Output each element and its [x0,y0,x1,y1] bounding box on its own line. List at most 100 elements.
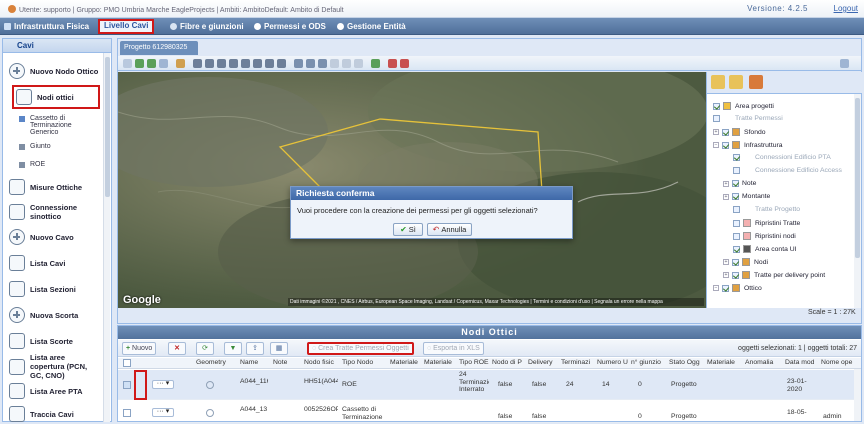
row-checkbox[interactable] [123,381,131,389]
expand-icon[interactable]: + [723,272,729,278]
left-panel-scrollbar[interactable] [103,53,110,422]
expand-icon[interactable]: − [713,285,719,291]
col-name[interactable]: Name [240,359,258,366]
col-anomalia[interactable]: Anomalia [745,359,781,366]
zoom-out-icon[interactable] [241,59,250,68]
col-numero-u[interactable]: Numero U [597,359,629,366]
lp-roe[interactable]: ROE [19,161,45,168]
lp-lista-aree-copertura[interactable]: Lista aree copertura (PCN, GC, CNO) [9,353,93,380]
menu-permessi-ods[interactable]: Permessi e ODS [254,20,326,33]
layer-checkbox[interactable] [732,180,739,187]
layer-checkbox[interactable] [732,193,739,200]
crea-tratte-permessi-button[interactable]: ◌ Crea Tratte Permessi Oggetti [307,342,414,355]
layer-checkbox[interactable] [732,258,739,266]
col-note[interactable]: Note [273,359,287,366]
logout-link[interactable]: Logout [834,4,858,13]
cancel-button[interactable]: ↶ Annulla [427,223,472,236]
zoom-box-icon[interactable] [253,59,262,68]
add-icon[interactable] [840,59,849,68]
expand-icon[interactable]: + [713,129,719,135]
split-icon[interactable] [318,59,327,68]
print-icon[interactable] [193,59,202,68]
pan-tool-icon[interactable] [135,59,144,68]
col-nodo-fisico[interactable]: Nodo fisic [304,359,340,366]
layer-checkbox[interactable] [713,115,720,122]
expand-icon[interactable]: + [723,259,729,265]
layer-ripristini-tratte[interactable]: Ripristini Tratte [733,219,800,227]
geometry-icon[interactable] [206,381,214,389]
lp-misure-ottiche[interactable]: Misure Ottiche [9,179,109,195]
layer-area-progetti[interactable]: Area progetti [713,102,774,110]
layer-connessione-access[interactable]: Connessione Edificio Access [733,167,842,174]
lp-giunto[interactable]: Giunto [19,143,51,150]
snap-icon[interactable] [306,59,315,68]
draw-tool-icon[interactable] [176,59,185,68]
row-actions-menu[interactable]: ··· ▾ [152,408,174,417]
col-materiale-1[interactable]: Materiale [390,359,422,366]
layer-checkbox[interactable] [733,154,740,161]
col-giunzioni[interactable]: n° giunzio [631,359,667,366]
zoom-extent-icon[interactable] [265,59,274,68]
edit-icon[interactable] [294,59,303,68]
lp-nuovo-cavo[interactable]: Nuovo Cavo [9,229,109,245]
col-tipo-nodo[interactable]: Tipo Nodo [342,359,373,366]
row-checkbox[interactable] [123,409,131,417]
col-materiale-3[interactable]: Materiale [707,359,743,366]
tools-tab-icon[interactable] [749,75,763,89]
expand-icon[interactable]: + [723,193,729,200]
columns-button[interactable]: ▦ [270,342,288,355]
layer-connessioni-pta[interactable]: Connessioni Edificio PTA [733,154,831,161]
layers-toggle-icon[interactable] [205,59,214,68]
col-terminazioni[interactable]: Terminazi [561,359,595,366]
scrollbar-thumb[interactable] [855,98,860,258]
layer-checkbox[interactable] [722,141,729,149]
layer-sfondo[interactable]: + Sfondo [713,128,766,136]
expand-icon[interactable]: + [723,180,729,187]
refresh-icon[interactable] [277,59,286,68]
esporta-xls-button[interactable]: ◌ Esporta in XLS [423,342,484,355]
layer-checkbox[interactable] [732,271,739,279]
save-icon[interactable] [371,59,380,68]
lp-nuovo-nodo-ottico[interactable]: Nuovo Nodo Ottico [9,63,109,79]
delete-icon[interactable] [388,59,397,68]
redo-icon[interactable] [354,59,363,68]
nuovo-button[interactable]: + Nuovo [122,342,157,355]
layer-infrastruttura[interactable]: − Infrastruttura [713,141,783,149]
table-row[interactable]: ··· ▾ A044_13 0052526OP1444 Cassetto di … [118,401,861,423]
lp-cassetto[interactable]: Cassetto di Terminazione Generico [19,115,99,136]
lp-nuova-scorta[interactable]: Nuova Scorta [9,307,109,323]
layer-checkbox[interactable] [733,232,740,240]
menu-infrastruttura-fisica[interactable]: Infrastruttura Fisica [4,20,89,33]
lp-nodi-ottici[interactable]: Nodi ottici [12,85,100,109]
merge-icon[interactable] [330,59,339,68]
layer-checkbox[interactable] [722,128,729,136]
delete-button[interactable]: ✕ [168,342,186,355]
layer-note[interactable]: + Note [723,180,756,187]
layer-tratte-permessi[interactable]: Tratte Permessi [713,115,783,122]
col-tipo-roe[interactable]: Tipo ROE [459,359,489,366]
select-tool-icon[interactable] [123,59,132,68]
layer-area-conta-ui[interactable]: Area conta UI [733,245,797,253]
filter-button[interactable]: ▼ [224,342,242,355]
map-attribution[interactable]: Dati immagini ©2021 , CNES / Airbus, Eur… [288,298,704,306]
col-nodo-p[interactable]: Nodo di P [492,359,526,366]
col-data-mod[interactable]: Data mod [785,359,819,366]
layer-nodi[interactable]: + Nodi [723,258,768,266]
menu-livello-cavi[interactable]: Livello Cavi [98,19,155,34]
layer-checkbox[interactable] [722,284,729,292]
layer-checkbox[interactable] [733,206,740,213]
export-button[interactable]: ⇪ [246,342,264,355]
layer-checkbox[interactable] [733,219,740,227]
col-materiale-2[interactable]: Materiale [424,359,456,366]
layers-scrollbar[interactable] [854,94,861,308]
table-row[interactable]: ··· ▾ A044_116 HH51(A044_116) ROE 24 Ter… [118,370,861,400]
lp-lista-scorte[interactable]: Lista Scorte [9,333,109,349]
expand-icon[interactable]: − [713,142,719,148]
undo-icon[interactable] [342,59,351,68]
project-tab[interactable]: Progetto 612980325 [120,41,198,55]
scrollbar-thumb[interactable] [105,57,110,197]
lp-lista-cavi[interactable]: Lista Cavi [9,255,109,271]
measure-tool-icon[interactable] [159,59,168,68]
identify-tool-icon[interactable] [147,59,156,68]
geometry-icon[interactable] [206,409,214,417]
